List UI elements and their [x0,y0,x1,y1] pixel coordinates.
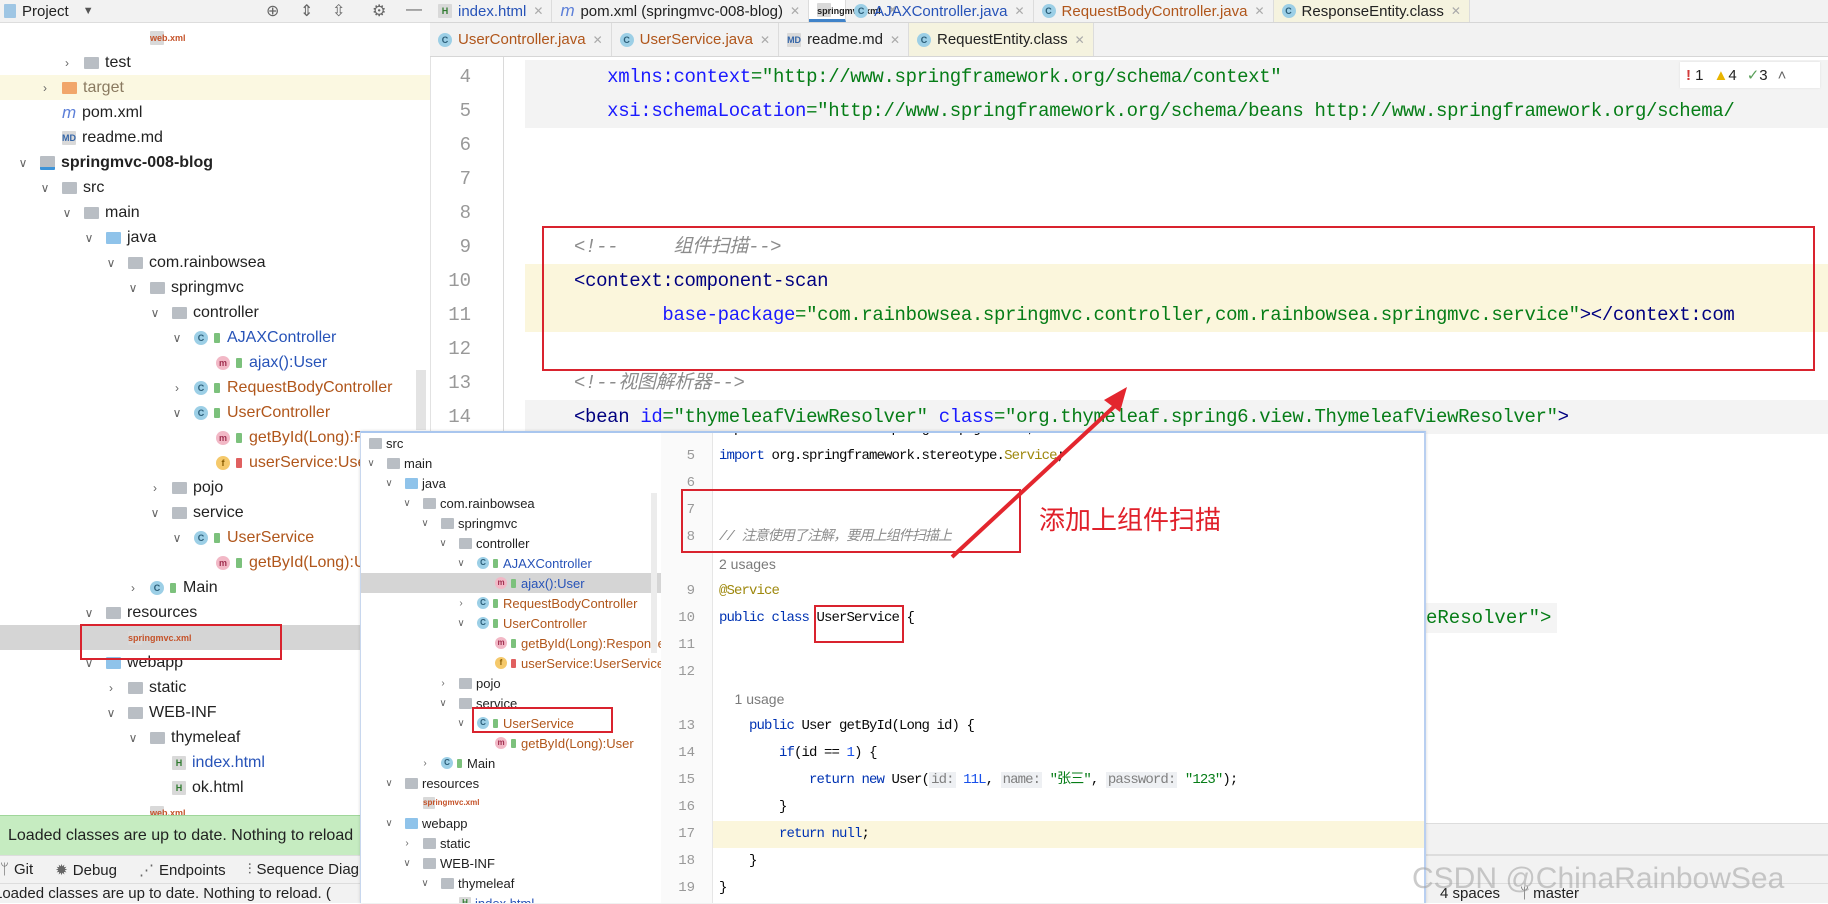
arrow-head [1104,387,1127,412]
annotation-arrow [950,387,1127,559]
annotation-text: 添加上组件扫描 [1039,505,1222,535]
watermark: CSDN @ChinaRainbowSea [1412,862,1785,895]
